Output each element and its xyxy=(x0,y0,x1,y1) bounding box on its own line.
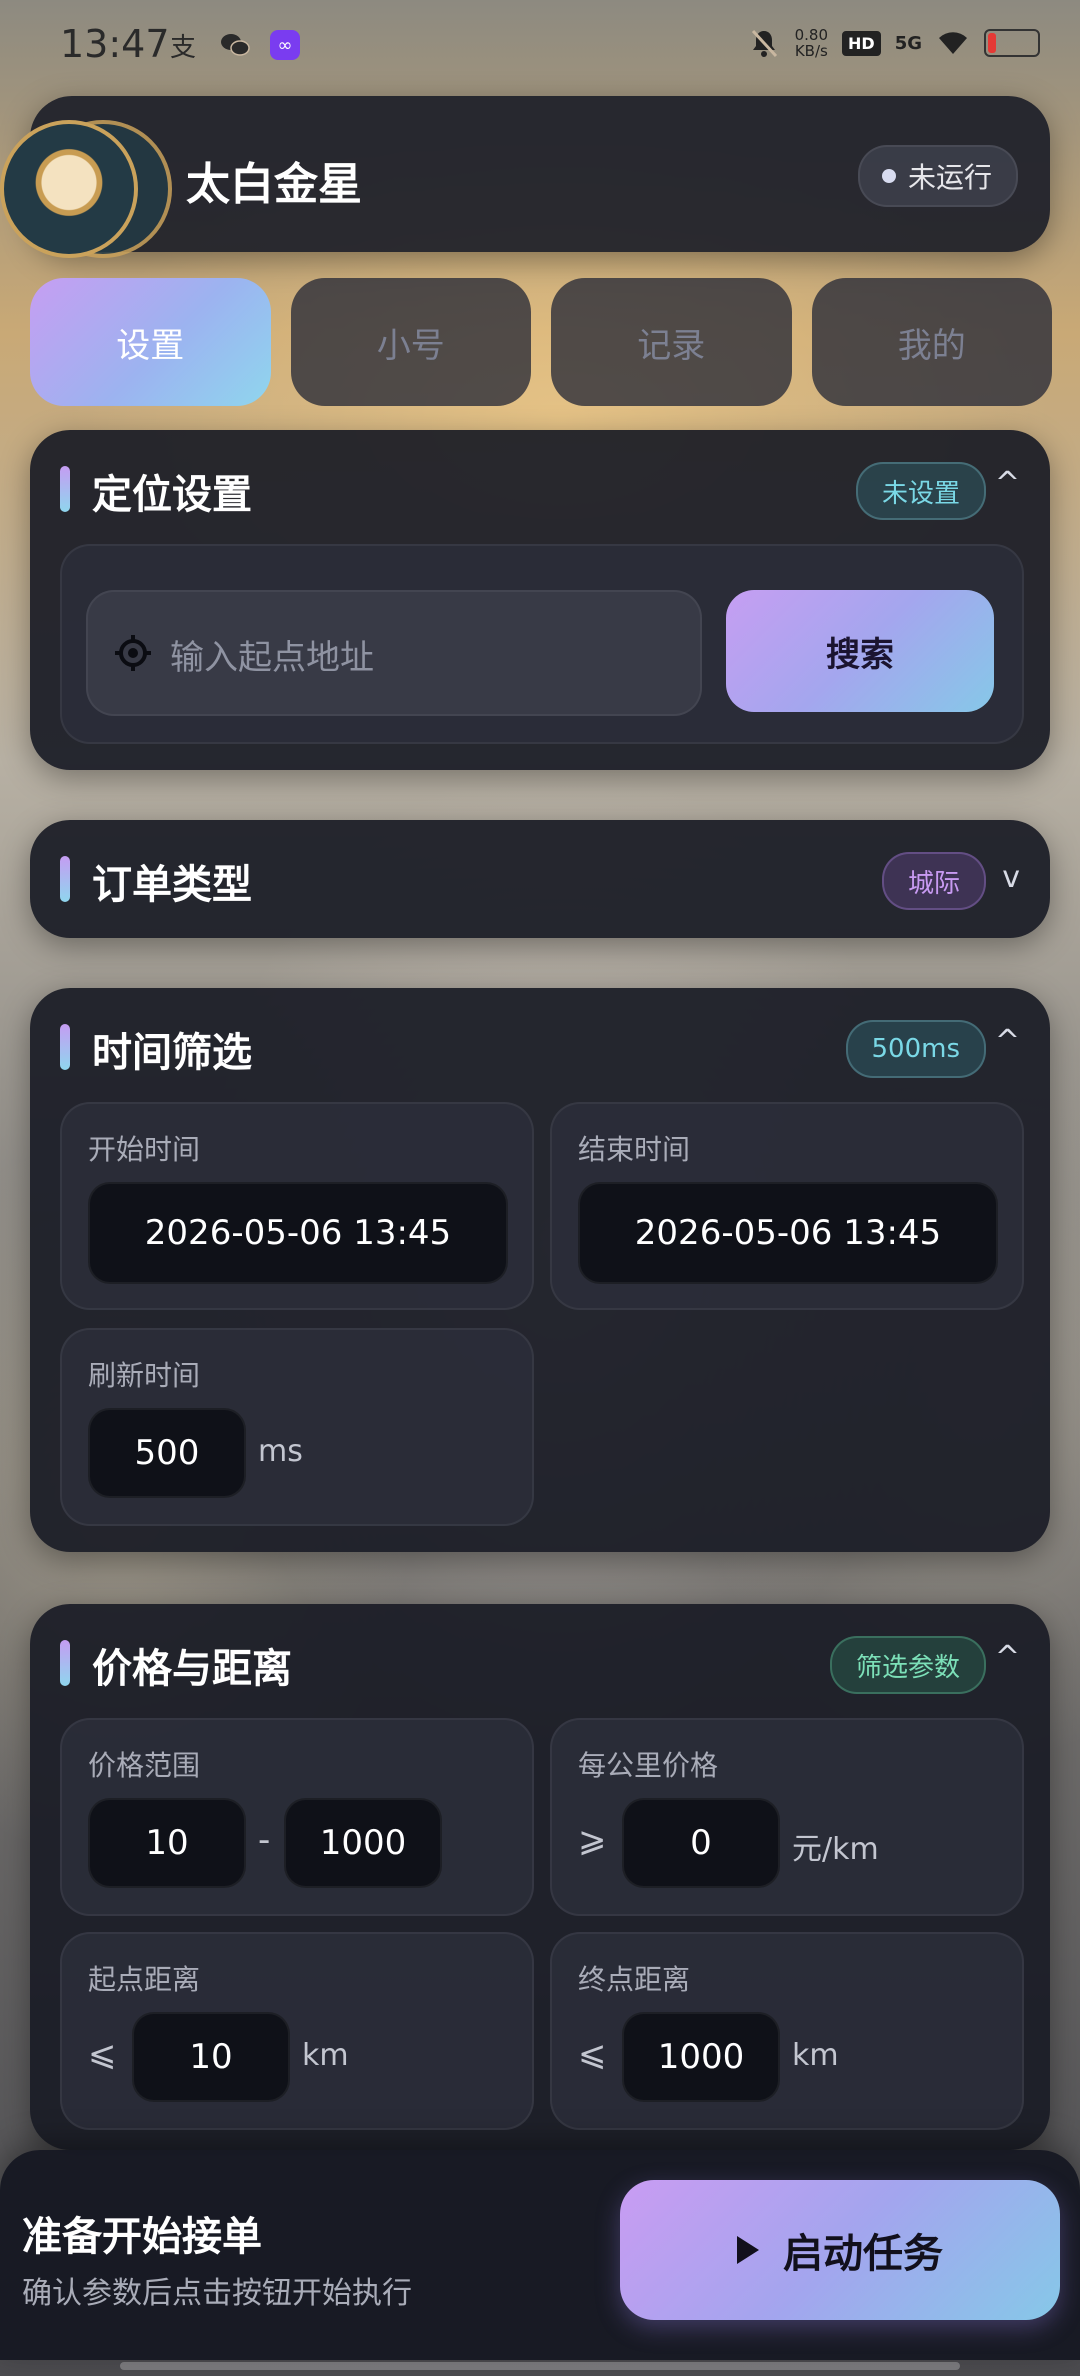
end-distance-panel: 终点距离 ⩽ 1000 km xyxy=(550,1932,1024,2130)
start-task-label: 启动任务 xyxy=(783,2231,943,2277)
time-filter-card: 时间筛选 500ms ^ 开始时间 2026-05-06 13:45 结束时间 … xyxy=(30,988,1050,1552)
battery-fill xyxy=(988,33,996,53)
wechat-icon xyxy=(218,28,252,62)
bottom-action-bar: 准备开始接单 确认参数后点击按钮开始执行 启动任务 xyxy=(0,2150,1080,2360)
section-accent-bar xyxy=(60,466,70,512)
price-range-separator: - xyxy=(258,1820,271,1860)
per-km-operator: ⩾ xyxy=(578,1820,607,1860)
hd-badge: HD xyxy=(842,30,881,56)
end-distance-label: 终点距离 xyxy=(578,1963,691,1996)
mute-bell-icon xyxy=(747,26,781,60)
location-title: 定位设置 xyxy=(92,472,252,518)
per-km-price-label: 每公里价格 xyxy=(578,1749,719,1782)
section-accent-bar xyxy=(60,856,70,902)
start-time-panel: 开始时间 2026-05-06 13:45 xyxy=(60,1102,534,1310)
home-indicator[interactable] xyxy=(120,2362,960,2370)
refresh-unit: ms xyxy=(258,1434,303,1469)
per-km-price-input[interactable]: 0 xyxy=(622,1798,780,1888)
battery-icon xyxy=(984,29,1040,57)
start-time-input[interactable]: 2026-05-06 13:45 xyxy=(88,1182,508,1284)
status-bar: 13:47 支 ∞ 0.80 KB/s HD 5G xyxy=(0,0,1080,96)
app-title: 太白金星 xyxy=(186,159,362,210)
start-task-button[interactable]: 启动任务 xyxy=(620,2180,1060,2320)
locate-icon xyxy=(115,635,151,671)
end-time-panel: 结束时间 2026-05-06 13:45 xyxy=(550,1102,1024,1310)
wifi-icon xyxy=(936,26,970,60)
alipay-icon: 支 xyxy=(169,32,196,63)
net-speed: 0.80 KB/s xyxy=(795,27,828,59)
end-distance-unit: km xyxy=(792,2038,839,2073)
start-distance-label: 起点距离 xyxy=(88,1963,201,1996)
per-km-price-panel: 每公里价格 ⩾ 0 元/km xyxy=(550,1718,1024,1916)
tab-settings[interactable]: 设置 xyxy=(30,278,271,406)
play-icon xyxy=(737,2236,759,2264)
start-time-label: 开始时间 xyxy=(88,1133,201,1166)
end-distance-input[interactable]: 1000 xyxy=(622,2012,780,2102)
collapse-chevron-icon[interactable]: ^ xyxy=(995,466,1020,501)
address-input[interactable]: 输入起点地址 xyxy=(86,590,702,716)
signal-5g-icon: 5G xyxy=(895,33,922,54)
price-min-input[interactable]: 10 xyxy=(88,1798,246,1888)
avatar-image xyxy=(0,120,138,258)
per-km-unit: 元/km xyxy=(792,1832,879,1867)
time-filter-title: 时间筛选 xyxy=(92,1030,252,1076)
price-distance-title: 价格与距离 xyxy=(92,1646,292,1692)
start-distance-input[interactable]: 10 xyxy=(132,2012,290,2102)
tab-mine[interactable]: 我的 xyxy=(811,278,1052,406)
status-right: 0.80 KB/s HD 5G xyxy=(747,26,1040,60)
order-type-badge: 城际 xyxy=(881,852,986,910)
refresh-time-panel: 刷新时间 500 ms xyxy=(60,1328,534,1526)
start-distance-operator: ⩽ xyxy=(88,2034,117,2074)
address-placeholder: 输入起点地址 xyxy=(170,638,374,678)
avatar[interactable] xyxy=(0,120,172,258)
price-distance-card: 价格与距离 筛选参数 ^ 价格范围 10 - 1000 每公里价格 ⩾ 0 元/… xyxy=(30,1604,1050,2150)
tab-accounts[interactable]: 小号 xyxy=(290,278,531,406)
start-distance-panel: 起点距离 ⩽ 10 km xyxy=(60,1932,534,2130)
net-speed-value: 0.80 xyxy=(794,26,829,44)
order-type-title: 订单类型 xyxy=(92,862,252,908)
ready-subtitle: 确认参数后点击按钮开始执行 xyxy=(22,2276,412,2311)
location-card: 定位设置 未设置 ^ 输入起点地址 搜索 xyxy=(30,430,1050,770)
refresh-time-label: 刷新时间 xyxy=(88,1359,201,1392)
status-time: 13:47 xyxy=(60,22,170,66)
status-left-icons: 支 ∞ xyxy=(166,28,300,63)
collapse-chevron-icon[interactable]: ^ xyxy=(995,1024,1020,1059)
tab-bar: 设置 小号 记录 我的 xyxy=(30,278,1052,406)
price-max-input[interactable]: 1000 xyxy=(284,1798,442,1888)
status-dot-icon xyxy=(881,169,896,183)
tab-records[interactable]: 记录 xyxy=(551,278,792,406)
start-distance-unit: km xyxy=(302,2038,349,2073)
filter-params-badge: 筛选参数 xyxy=(829,1636,986,1694)
expand-chevron-icon[interactable]: v xyxy=(1002,860,1020,895)
refresh-interval-badge: 500ms xyxy=(845,1020,986,1078)
ready-title: 准备开始接单 xyxy=(22,2214,262,2260)
section-accent-bar xyxy=(60,1640,70,1686)
run-status-badge: 未运行 xyxy=(857,145,1018,207)
app-icon: ∞ xyxy=(270,30,300,60)
net-speed-unit: KB/s xyxy=(794,42,828,60)
order-type-card[interactable]: 订单类型 城际 v xyxy=(30,820,1050,938)
run-status-label: 未运行 xyxy=(907,161,992,194)
price-range-panel: 价格范围 10 - 1000 xyxy=(60,1718,534,1916)
refresh-time-input[interactable]: 500 xyxy=(88,1408,246,1498)
address-panel: 输入起点地址 搜索 xyxy=(60,544,1024,744)
end-distance-operator: ⩽ xyxy=(578,2034,607,2074)
signal-label: 5G xyxy=(894,32,922,54)
end-time-input[interactable]: 2026-05-06 13:45 xyxy=(578,1182,998,1284)
collapse-chevron-icon[interactable]: ^ xyxy=(995,1640,1020,1675)
search-button[interactable]: 搜索 xyxy=(726,590,994,712)
end-time-label: 结束时间 xyxy=(578,1133,691,1166)
section-accent-bar xyxy=(60,1024,70,1070)
location-status-badge: 未设置 xyxy=(855,462,986,520)
price-range-label: 价格范围 xyxy=(88,1749,201,1782)
